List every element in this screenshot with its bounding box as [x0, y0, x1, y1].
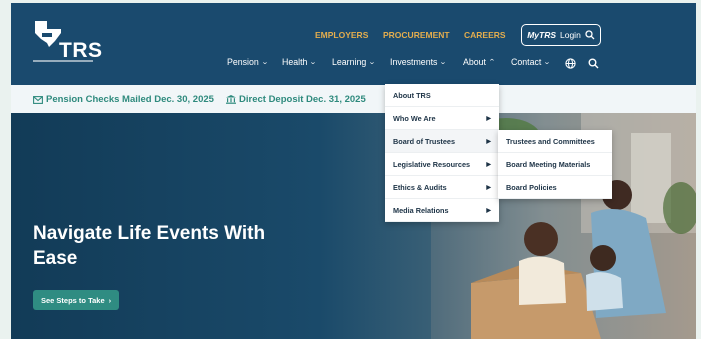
nav-investments[interactable]: Investments ⌄: [390, 57, 448, 67]
menu-label: Legislative Resources: [393, 159, 471, 169]
submenu-item-trustees-committees[interactable]: Trustees and Committees: [498, 130, 612, 153]
envelope-icon: [33, 95, 43, 104]
submenu-item-board-meeting-materials[interactable]: Board Meeting Materials: [498, 153, 612, 176]
bank-icon: [226, 95, 236, 104]
menu-item-ethics-audits[interactable]: Ethics & Audits ▶: [385, 176, 499, 199]
menu-item-media-relations[interactable]: Media Relations ▶: [385, 199, 499, 222]
login-icon: [585, 30, 595, 40]
chevron-down-icon: ⌄: [260, 59, 269, 66]
nav-health[interactable]: Health ⌄: [282, 57, 318, 67]
menu-item-who-we-are[interactable]: Who We Are ▶: [385, 107, 499, 130]
chevron-down-icon: ⌄: [309, 59, 318, 66]
caret-right-icon: ▶: [486, 207, 491, 214]
see-steps-button[interactable]: See Steps to Take ›: [33, 290, 120, 310]
hero-title: Navigate Life Events With Ease: [33, 223, 266, 269]
menu-item-legislative-resources[interactable]: Legislative Resources ▶: [385, 153, 499, 176]
chevron-down-icon: ⌄: [543, 59, 552, 66]
board-of-trustees-submenu: Trustees and Committees Board Meeting Ma…: [498, 130, 612, 199]
search-icon[interactable]: [588, 58, 599, 69]
alert-pension-checks[interactable]: Pension Checks Mailed Dec. 30, 2025: [33, 94, 214, 105]
nav-contact[interactable]: Contact ⌄: [511, 57, 552, 67]
alert-direct-deposit[interactable]: Direct Deposit Dec. 31, 2025: [226, 94, 366, 105]
submenu-item-board-policies[interactable]: Board Policies: [498, 176, 612, 199]
nav-contact-label: Contact: [511, 57, 542, 67]
menu-label: Ethics & Audits: [393, 182, 447, 192]
main-nav: Pension ⌄ Health ⌄ Learning ⌄ Investments ⌄ …: [11, 57, 696, 73]
caret-right-icon: ▶: [486, 138, 491, 145]
nav-pension[interactable]: Pension ⌄: [227, 57, 269, 67]
menu-label: Who We Are: [393, 113, 436, 123]
menu-item-board-of-trustees[interactable]: Board of Trustees ▶: [385, 130, 499, 153]
login-label: Login: [560, 30, 581, 40]
mytrs-login-button[interactable]: MyTRS Login: [521, 24, 601, 46]
login-brand: MyTRS: [527, 30, 556, 40]
chevron-down-icon: ⌄: [368, 59, 377, 66]
nav-learning[interactable]: Learning ⌄: [332, 57, 377, 67]
caret-right-icon: ▶: [486, 115, 491, 122]
caret-right-icon: ▶: [486, 161, 491, 168]
nav-learning-label: Learning: [332, 57, 367, 67]
menu-label: About TRS: [393, 90, 431, 100]
alert-bar: Pension Checks Mailed Dec. 30, 2025 Dire…: [11, 85, 696, 113]
nav-about[interactable]: About ⌃: [463, 57, 496, 67]
nav-careers[interactable]: CAREERS: [464, 30, 506, 40]
chevron-down-icon: ⌄: [439, 59, 448, 66]
page-frame: TRS EMPLOYERS PROCUREMENT CAREERS MyTRS …: [11, 3, 696, 339]
alert-deposit-text: Direct Deposit Dec. 31, 2025: [239, 94, 366, 105]
menu-item-about-trs[interactable]: About TRS: [385, 84, 499, 107]
menu-label: Media Relations: [393, 205, 449, 215]
nav-about-label: About: [463, 57, 486, 67]
caret-right-icon: ▶: [486, 184, 491, 191]
chevron-right-icon: ›: [108, 295, 112, 305]
nav-procurement[interactable]: PROCUREMENT: [383, 30, 450, 40]
alert-pension-text: Pension Checks Mailed Dec. 30, 2025: [46, 94, 214, 105]
nav-employers[interactable]: EMPLOYERS: [315, 30, 368, 40]
about-dropdown: About TRS Who We Are ▶ Board of Trustees ▶…: [385, 84, 499, 222]
menu-label: Board of Trustees: [393, 136, 456, 146]
nav-health-label: Health: [282, 57, 308, 67]
nav-pension-label: Pension: [227, 57, 259, 67]
globe-icon[interactable]: [565, 58, 576, 69]
site-header: TRS EMPLOYERS PROCUREMENT CAREERS MyTRS …: [11, 3, 696, 85]
nav-investments-label: Investments: [390, 57, 438, 67]
see-steps-label: See Steps to Take: [41, 295, 105, 305]
chevron-up-icon: ⌃: [488, 59, 496, 66]
